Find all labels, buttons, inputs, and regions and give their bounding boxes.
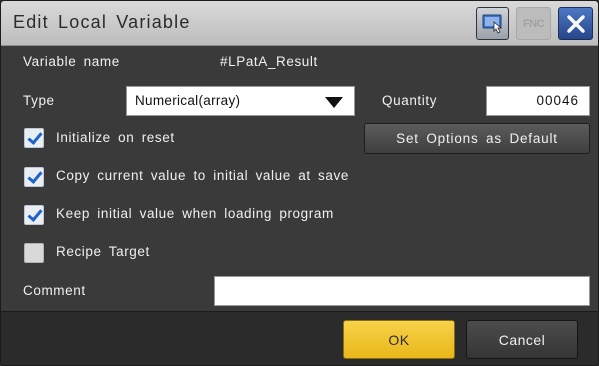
quantity-label: Quantity [382, 93, 438, 108]
ok-button[interactable]: OK [343, 320, 455, 359]
dropdown-arrow-icon [325, 97, 343, 108]
title-bar: Edit Local Variable FNC [1, 1, 598, 46]
initialize-on-reset-checkbox[interactable] [24, 128, 44, 148]
type-label: Type [23, 93, 55, 108]
touch-keypad-button[interactable] [476, 7, 509, 40]
ok-label: OK [388, 331, 410, 348]
comment-field[interactable] [214, 276, 590, 306]
variable-name-label: Variable name [23, 54, 120, 69]
cancel-label: Cancel [498, 331, 546, 348]
touch-keypad-icon [482, 14, 502, 34]
edit-local-variable-dialog: Edit Local Variable FNC Variable name #L… [0, 0, 599, 366]
cancel-button[interactable]: Cancel [466, 320, 578, 359]
variable-name-value: #LPatA_Result [220, 54, 318, 69]
close-button[interactable] [558, 7, 593, 40]
set-options-default-button[interactable]: Set Options as Default [364, 123, 590, 154]
set-options-default-label: Set Options as Default [396, 131, 558, 146]
type-select-value: Numerical(array) [135, 93, 241, 108]
keep-initial-value-checkbox[interactable] [24, 205, 44, 225]
recipe-target-label: Recipe Target [56, 244, 150, 259]
keep-initial-value-label: Keep initial value when loading program [56, 206, 334, 221]
recipe-target-checkbox[interactable] [24, 243, 44, 263]
fnc-button[interactable]: FNC [516, 7, 551, 40]
fnc-label: FNC [522, 17, 545, 30]
dialog-title: Edit Local Variable [13, 12, 191, 32]
copy-current-value-label: Copy current value to initial value at s… [56, 168, 349, 183]
copy-current-value-checkbox[interactable] [24, 167, 44, 187]
initialize-on-reset-label: Initialize on reset [56, 130, 175, 145]
type-select[interactable]: Numerical(array) [126, 86, 355, 116]
quantity-field[interactable]: 00046 [486, 86, 590, 116]
close-icon [566, 14, 585, 33]
comment-label: Comment [23, 283, 86, 298]
